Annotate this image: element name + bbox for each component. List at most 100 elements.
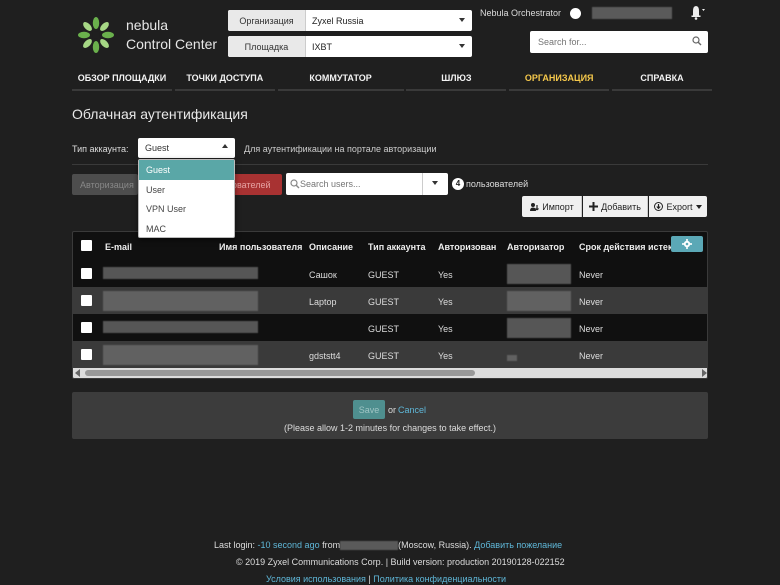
chevron-down-icon	[432, 181, 438, 185]
cell-description: Laptop	[309, 297, 337, 307]
row-checkbox[interactable]	[81, 322, 92, 333]
users-search-input[interactable]	[300, 173, 420, 195]
cell-description: gdststt4	[309, 351, 341, 361]
users-search[interactable]	[286, 173, 448, 195]
search-icon	[290, 179, 300, 189]
header-authorizer[interactable]: Авторизатор	[507, 242, 564, 252]
column-settings-button[interactable]	[671, 236, 703, 252]
logo-line-1: nebula	[126, 17, 169, 33]
chevron-down-icon	[695, 204, 702, 209]
option-user[interactable]: User	[139, 180, 234, 200]
chevron-down-icon	[459, 18, 465, 22]
save-button[interactable]: Save	[353, 400, 385, 419]
table-row[interactable]: gdststt4 GUEST Yes Never	[73, 341, 707, 368]
gear-icon	[682, 239, 692, 249]
terms-link[interactable]: Условия использования	[266, 574, 366, 584]
users-table: E-mail Имя пользователя Описание Тип акк…	[72, 231, 708, 379]
page-title: Облачная аутентификация	[72, 106, 248, 122]
site-label: Площадка	[228, 36, 306, 57]
last-login-prefix: Last login:	[214, 540, 258, 550]
scroll-left-icon[interactable]	[75, 369, 80, 377]
header-account-type[interactable]: Тип аккаунта	[368, 242, 426, 252]
footer-separator: |	[368, 574, 371, 584]
table-row[interactable]: GUEST Yes Never	[73, 314, 707, 341]
last-login-location: (Moscow, Russia).	[398, 540, 472, 550]
add-label: Добавить	[601, 201, 641, 212]
search-icon[interactable]	[692, 36, 702, 46]
authorizer-redacted	[507, 355, 517, 361]
nav-switch[interactable]: КОММУТАТОР	[277, 69, 404, 91]
cell-authorized: Yes	[438, 351, 453, 361]
organization-select[interactable]: Организация Zyxel Russia	[228, 10, 472, 31]
account-type-hint: Для аутентификации на портале авторизаци…	[244, 144, 437, 154]
nav-site-overview[interactable]: ОБЗОР ПЛОЩАДКИ	[72, 69, 172, 91]
account-type-select[interactable]: Guest	[138, 138, 235, 158]
row-checkbox[interactable]	[81, 349, 92, 360]
email-redacted	[103, 321, 258, 333]
import-button[interactable]: Импорт	[522, 196, 582, 217]
header-email[interactable]: E-mail	[105, 242, 132, 252]
header-description[interactable]: Описание	[309, 242, 353, 252]
nebula-logo[interactable]: nebula Control Center	[78, 15, 220, 55]
nav-organization[interactable]: ОРГАНИЗАЦИЯ	[509, 69, 610, 91]
nav-access-points[interactable]: ТОЧКИ ДОСТУПА	[174, 69, 275, 91]
global-search[interactable]	[530, 31, 708, 53]
site-select[interactable]: Площадка IXBT	[228, 36, 472, 57]
feedback-link[interactable]: Добавить пожелание	[474, 540, 562, 550]
header-authorized[interactable]: Авторизован	[438, 242, 496, 252]
privacy-link[interactable]: Политика конфиденциальности	[373, 574, 506, 584]
cell-expires: Never	[579, 297, 604, 307]
or-label: or	[388, 405, 397, 415]
orchestrator-toggle[interactable]	[570, 8, 581, 19]
plus-icon	[589, 202, 599, 211]
option-vpn-user[interactable]: VPN User	[139, 199, 234, 219]
copyright: © 2019 Zyxel Communications Corp. | Buil…	[236, 557, 565, 567]
last-login-from: from	[319, 540, 341, 550]
cell-authorized: Yes	[438, 324, 453, 334]
row-checkbox[interactable]	[81, 268, 92, 279]
cell-authorized: Yes	[438, 270, 453, 280]
export-button[interactable]: Export	[649, 196, 707, 217]
global-search-input[interactable]	[530, 31, 680, 53]
select-all-checkbox[interactable]	[81, 240, 92, 251]
scrollbar-thumb[interactable]	[85, 370, 475, 376]
header-username[interactable]: Имя пользователя	[219, 242, 302, 252]
authorize-button[interactable]: Авторизация	[72, 174, 138, 195]
cell-account-type: GUEST	[368, 270, 400, 280]
nav-help[interactable]: СПРАВКА	[611, 69, 712, 91]
cancel-link[interactable]: Cancel	[398, 405, 426, 415]
horizontal-scrollbar[interactable]	[73, 368, 707, 378]
authorizer-redacted	[507, 264, 571, 284]
option-guest[interactable]: Guest	[139, 160, 234, 180]
notifications-button[interactable]	[686, 4, 706, 20]
user-account-redacted[interactable]	[592, 7, 672, 19]
authorizer-redacted	[507, 291, 571, 311]
table-row[interactable]: Laptop GUEST Yes Never	[73, 287, 707, 314]
last-login-time-link[interactable]: -10 second ago	[258, 540, 320, 550]
cell-expires: Never	[579, 324, 604, 334]
chevron-down-icon	[459, 44, 465, 48]
table-row[interactable]: Сашок GUEST Yes Never	[73, 260, 707, 287]
option-mac[interactable]: MAC	[139, 219, 234, 239]
delete-users-button[interactable]: ователей	[232, 174, 282, 195]
orchestrator-label: Nebula Orchestrator	[480, 8, 562, 18]
cell-authorized: Yes	[438, 297, 453, 307]
users-search-filter-dropdown[interactable]	[422, 173, 448, 195]
email-redacted	[103, 291, 258, 311]
nav-gateway[interactable]: ШЛЮЗ	[406, 69, 507, 91]
organization-value: Zyxel Russia	[306, 10, 472, 31]
nebula-logo-icon	[78, 17, 114, 53]
cell-expires: Never	[579, 270, 604, 280]
ip-redacted	[340, 541, 399, 551]
scroll-right-icon[interactable]	[702, 369, 707, 377]
row-checkbox[interactable]	[81, 295, 92, 306]
save-panel: Save or Cancel (Please allow 1-2 minutes…	[72, 392, 708, 439]
account-type-dropdown: Guest User VPN User MAC	[138, 159, 235, 238]
bell-icon	[691, 6, 705, 20]
chevron-up-icon	[222, 144, 228, 148]
user-count-badge: 4	[452, 178, 464, 190]
header-expires[interactable]: Срок действия истек	[579, 242, 672, 252]
add-user-button[interactable]: Добавить	[583, 196, 648, 217]
cell-expires: Never	[579, 351, 604, 361]
logo-line-2: Control Center	[126, 36, 218, 52]
